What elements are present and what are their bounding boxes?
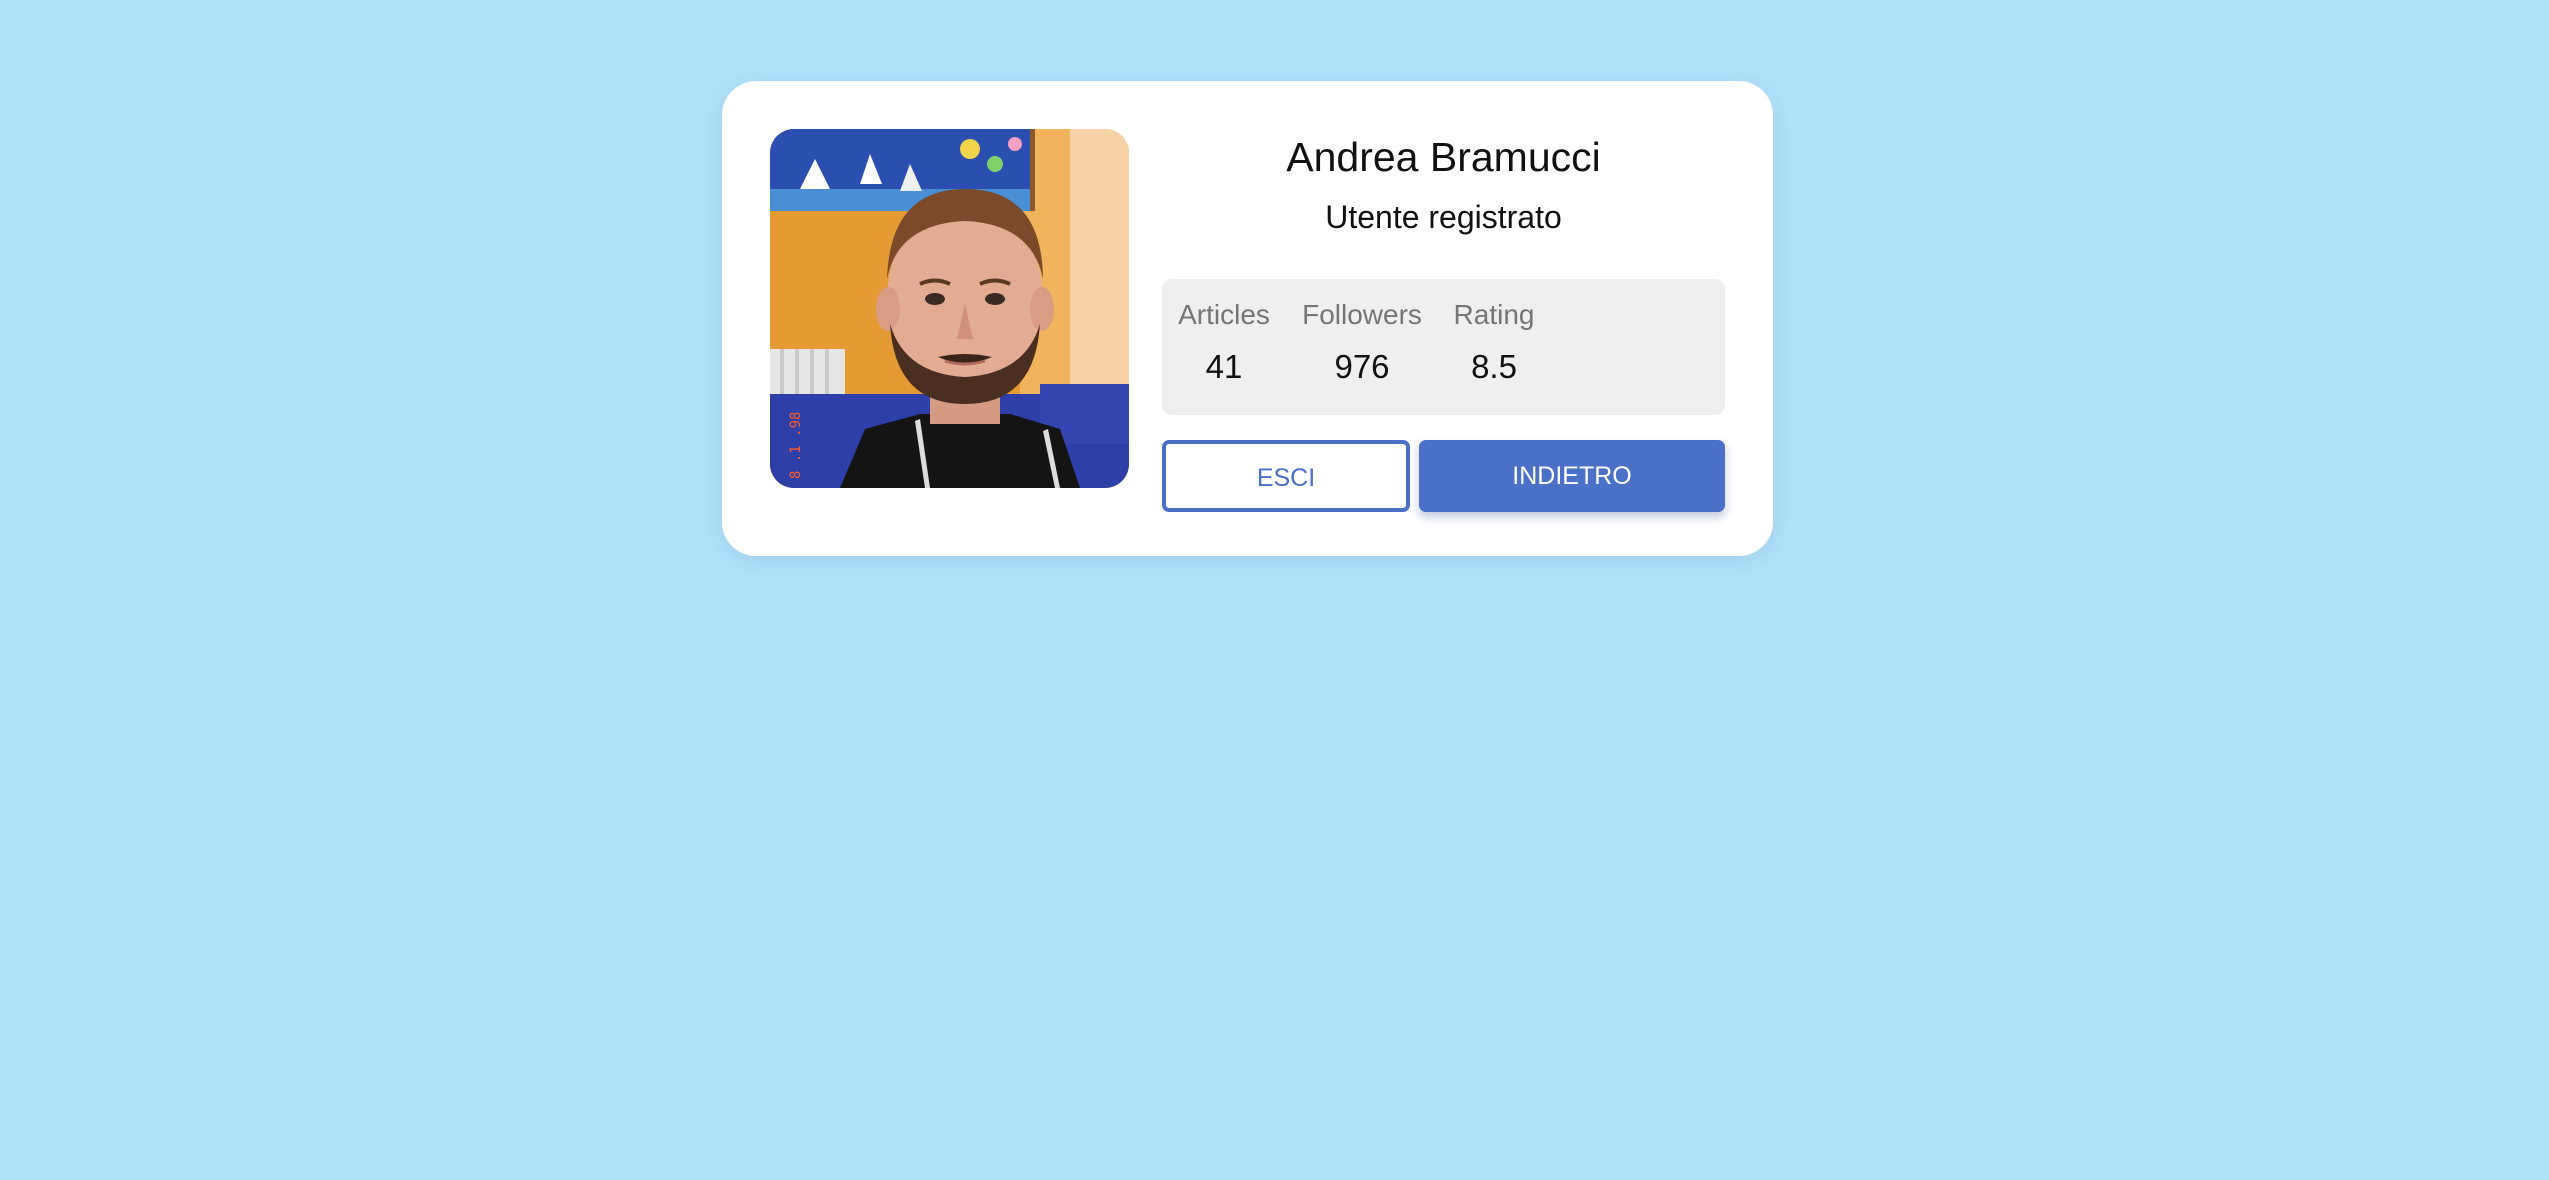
stat-label: Followers: [1302, 299, 1422, 330]
profile-info: Andrea Bramucci Utente registrato Articl…: [1162, 129, 1725, 512]
stat-value: 41: [1205, 348, 1243, 385]
stat-articles: Articles 41: [1178, 297, 1270, 389]
stat-value: 8.5: [1471, 348, 1517, 385]
profile-card: 8 .1 .98 Andrea Bramucci Utente registra…: [722, 81, 1773, 556]
action-buttons: ESCI INDIETRO: [1162, 440, 1725, 512]
profile-photo-image: 8 .1 .98: [770, 129, 1129, 488]
page: { "profile": { "name": "Andrea Bramucci"…: [0, 0, 2549, 1180]
stat-label: Articles: [1178, 299, 1270, 330]
profile-role: Utente registrato: [1325, 199, 1562, 235]
stat-value: 976: [1334, 348, 1390, 385]
profile-name: Andrea Bramucci: [1286, 134, 1601, 180]
photo-date-stamp: 8 .1 .98: [788, 412, 804, 479]
stat-label: Rating: [1453, 299, 1535, 330]
stats-panel: Articles 41 Followers 976 Rating 8.5: [1162, 279, 1725, 415]
stat-rating: Rating 8.5: [1453, 297, 1535, 389]
profile-photo: 8 .1 .98: [770, 129, 1129, 488]
back-button[interactable]: INDIETRO: [1419, 440, 1725, 512]
stat-followers: Followers 976: [1302, 297, 1422, 389]
exit-button[interactable]: ESCI: [1162, 440, 1410, 512]
